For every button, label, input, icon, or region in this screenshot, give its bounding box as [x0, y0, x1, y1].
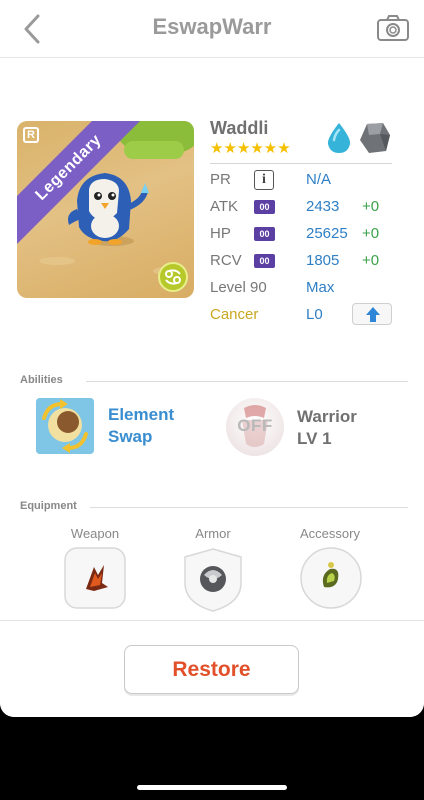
awaken-off-label: OFF: [237, 416, 273, 435]
page-title: EswapWarr: [152, 14, 272, 39]
rarity-badge: R: [23, 127, 39, 143]
stone-element-icon: [360, 123, 390, 153]
stat-row-pr: PR i N/A: [210, 170, 410, 193]
atk-plus-chip: 00: [254, 200, 275, 214]
armor-label: Armor: [195, 526, 231, 541]
zodiac-label: Cancer: [210, 306, 259, 323]
atk-value: 2433: [306, 198, 340, 215]
equipment-section-label: Equipment: [20, 500, 77, 512]
header-bar: EswapWarr: [0, 0, 424, 58]
element-swap-ability-button[interactable]: [36, 398, 94, 454]
hp-bonus: +0: [362, 225, 380, 242]
restore-button[interactable]: Restore: [124, 645, 299, 694]
info-icon[interactable]: i: [254, 170, 274, 190]
level-label: Level 90: [210, 279, 267, 296]
pr-value: N/A: [306, 171, 332, 188]
camera-button[interactable]: [376, 13, 410, 43]
zodiac-level-value: L0: [306, 306, 323, 323]
weapon-slot[interactable]: [64, 547, 126, 609]
accessory-slot[interactable]: [300, 547, 362, 609]
stat-row-rcv: RCV 00 1805 +0: [210, 252, 410, 274]
armor-slot[interactable]: [182, 547, 244, 612]
zodiac-upgrade-button[interactable]: [352, 303, 392, 325]
rcv-label: RCV: [210, 252, 242, 269]
ability-name-line2: Swap: [108, 427, 153, 446]
rcv-value: 1805: [306, 252, 340, 269]
awaken-name: Warrior LV 1: [297, 406, 357, 450]
stat-row-zodiac: Cancer L0: [210, 303, 410, 328]
stat-row-atk: ATK 00 2433 +0: [210, 198, 410, 220]
awaken-ability-button[interactable]: OFF: [226, 398, 284, 456]
camera-icon: [377, 15, 409, 41]
stat-row-level: Level 90 Max: [210, 279, 410, 301]
accessory-label: Accessory: [300, 526, 360, 541]
hp-value: 25625: [306, 225, 348, 242]
ability-name-line1: Element: [108, 405, 175, 424]
level-value: Max: [306, 279, 335, 296]
awaken-name-line2: LV 1: [297, 429, 332, 448]
home-indicator[interactable]: [137, 785, 287, 790]
stat-row-hp: HP 00 25625 +0: [210, 225, 410, 247]
hp-plus-chip: 00: [254, 227, 275, 241]
star-rating: ★★★★★★: [210, 140, 291, 157]
rcv-plus-chip: 00: [254, 254, 275, 268]
element-swap-icon: [36, 398, 94, 454]
rcv-bonus: +0: [362, 252, 380, 269]
ability-name: Element Swap: [108, 404, 174, 448]
awaken-name-line1: Warrior: [297, 407, 357, 426]
armor-icon: [200, 566, 226, 592]
pr-label: PR: [210, 171, 231, 188]
app-screen: EswapWarr R Legendary Waddli ★★★★★★ PR i…: [0, 0, 424, 717]
monster-portrait[interactable]: R Legendary: [17, 121, 194, 298]
abilities-divider: [86, 381, 408, 382]
abilities-section-label: Abilities: [20, 374, 63, 386]
name-divider: [210, 163, 392, 164]
monster-name: Waddli: [210, 118, 269, 138]
weapon-label: Weapon: [70, 526, 120, 541]
water-element-icon: [327, 123, 351, 153]
atk-label: ATK: [210, 198, 239, 215]
cancer-zodiac-icon: [158, 262, 188, 292]
arrow-up-icon: [366, 307, 380, 322]
equipment-divider: [90, 507, 408, 508]
atk-bonus: +0: [362, 198, 380, 215]
hp-label: HP: [210, 225, 231, 242]
